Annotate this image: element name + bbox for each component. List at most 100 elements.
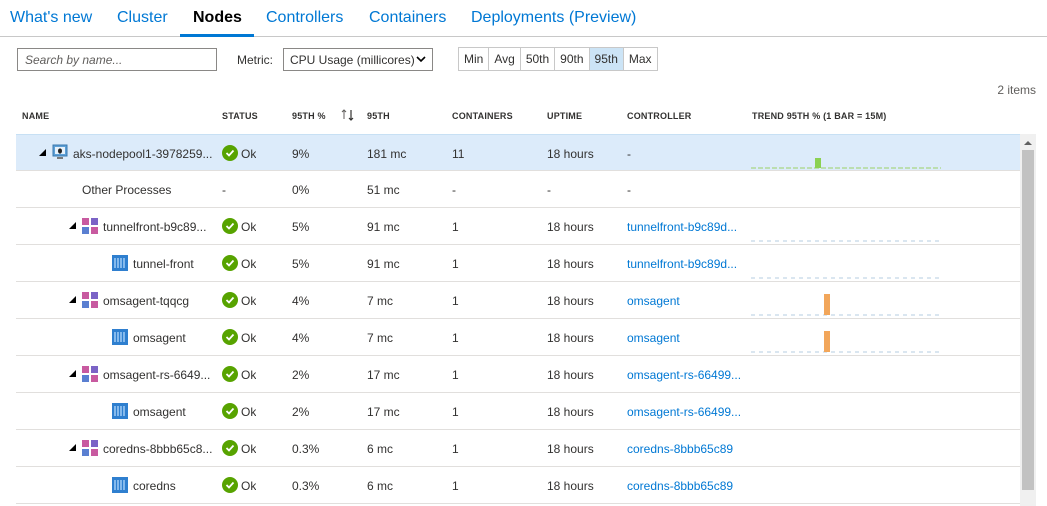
controller-link[interactable]: omsagent-rs-66499... [627,405,745,419]
uptime: 18 hours [547,147,594,161]
row-name: tunnel-front [133,257,194,271]
table-row-node[interactable]: aks-nodepool1-3978259... Ok 9% 181 mc 11… [16,134,1020,171]
row-name: tunnelfront-b9c89... [103,220,207,234]
p95-value: 6 mc [367,479,394,493]
ok-status-icon [222,366,238,382]
scrollbar-thumb[interactable] [1022,150,1034,490]
containers-count: 1 [452,220,459,234]
containers-count: - [452,183,456,197]
scroll-up-arrow-icon[interactable] [1020,138,1036,148]
table-row-pod[interactable]: tunnelfront-b9c89... Ok 5% 91 mc 1 18 ho… [16,208,1020,245]
trend-sparkline [751,294,941,316]
collapse-triangle-icon[interactable] [68,295,77,304]
table-row-pod[interactable]: omsagent-tqqcg Ok 4% 7 mc 1 18 hours oms… [16,282,1020,319]
collapse-triangle-icon[interactable] [68,443,77,452]
percentile-max-button[interactable]: Max [623,48,657,70]
percentile-avg-button[interactable]: Avg [489,48,521,70]
ok-status-icon [222,329,238,345]
table-row-pod[interactable]: omsagent-rs-6649... Ok 2% 17 mc 1 18 hou… [16,356,1020,393]
percentile-95th-button[interactable]: 95th [589,48,624,70]
p95-value: 17 mc [367,405,400,419]
column-header-containers[interactable]: CONTAINERS [452,111,513,121]
controller-text: - [627,147,631,161]
trend-sparkline [751,240,941,242]
column-header-status[interactable]: STATUS [222,111,258,121]
collapse-triangle-icon[interactable] [38,148,47,157]
row-name: coredns [133,479,176,493]
uptime: 18 hours [547,479,594,493]
column-header-trend[interactable]: TREND 95TH % (1 BAR = 15M) [752,111,886,121]
controller-link[interactable]: omsagent-rs-66499... [627,368,745,382]
row-name: coredns-8bbb65c8... [103,442,213,456]
controller-link[interactable]: omsagent [627,331,745,345]
tab-deployments[interactable]: Deployments (Preview) [471,9,636,27]
p95-percent: 2% [292,405,310,419]
status-text: Ok [241,147,257,161]
table-row-pod[interactable]: coredns-8bbb65c8... Ok 0.3% 6 mc 1 18 ho… [16,430,1020,467]
status-text: Ok [241,294,257,308]
ok-status-icon [222,477,238,493]
ok-status-icon [222,255,238,271]
table-row-container[interactable]: coredns Ok 0.3% 6 mc 1 18 hours coredns-… [16,467,1020,504]
table-row-container[interactable]: omsagent Ok 2% 17 mc 1 18 hours omsagent… [16,393,1020,430]
column-header-controller[interactable]: CONTROLLER [627,111,692,121]
containers-count: 1 [452,405,459,419]
tab-whats-new[interactable]: What's new [10,9,92,27]
percentile-min-button[interactable]: Min [459,48,490,70]
collapse-triangle-icon[interactable] [68,221,77,230]
uptime: 18 hours [547,368,594,382]
controller-link[interactable]: tunnelfront-b9c89d... [627,257,745,271]
table-row-other-processes[interactable]: Other Processes - 0% 51 mc - - - [16,171,1020,208]
ok-status-icon [222,292,238,308]
column-header-95th-percent[interactable]: 95TH % [292,111,326,121]
container-icon [112,477,128,493]
p95-value: 7 mc [367,331,394,345]
vertical-scrollbar[interactable] [1020,134,1036,506]
row-name: omsagent [133,331,186,345]
p95-percent: 5% [292,220,310,234]
metric-dropdown[interactable]: CPU Usage (millicores) [283,48,433,71]
uptime: 18 hours [547,220,594,234]
uptime: 18 hours [547,442,594,456]
controller-link[interactable]: coredns-8bbb65c89 [627,479,745,493]
status-text: Ok [241,405,257,419]
tab-cluster[interactable]: Cluster [117,9,168,27]
active-tab-indicator [180,34,254,37]
containers-count: 1 [452,257,459,271]
p95-value: 6 mc [367,442,394,456]
tab-controllers[interactable]: Controllers [266,9,343,27]
collapse-triangle-icon[interactable] [68,369,77,378]
search-input[interactable] [17,48,217,71]
percentile-90th-button[interactable]: 90th [555,48,590,70]
uptime: 18 hours [547,405,594,419]
table-row-container[interactable]: tunnel-front Ok 5% 91 mc 1 18 hours tunn… [16,245,1020,282]
row-name: omsagent-tqqcg [103,294,190,308]
controller-link[interactable]: omsagent [627,294,745,308]
ok-status-icon [222,440,238,456]
controller-text: - [627,183,631,197]
controller-link[interactable]: coredns-8bbb65c89 [627,442,745,456]
node-name: aks-nodepool1-3978259... [73,147,213,161]
metric-selected-value: CPU Usage (millicores) [290,53,415,67]
uptime: 18 hours [547,294,594,308]
percentile-50th-button[interactable]: 50th [520,48,556,70]
controller-link[interactable]: tunnelfront-b9c89d... [627,220,745,234]
container-icon [112,255,128,271]
row-name: omsagent-rs-6649... [103,368,211,382]
column-header-95th[interactable]: 95TH [367,111,390,121]
table-row-container[interactable]: omsagent Ok 4% 7 mc 1 18 hours omsagent [16,319,1020,356]
pod-icon [82,440,98,456]
tab-nodes[interactable]: Nodes [193,9,242,27]
trend-sparkline [751,277,941,279]
tab-containers[interactable]: Containers [369,9,446,27]
containers-count: 11 [452,147,465,161]
p95-percent: 0.3% [292,442,320,456]
tab-bar: What's new Cluster Nodes Controllers Con… [0,0,1047,37]
column-header-name[interactable]: NAME [22,111,49,121]
containers-count: 1 [452,294,459,308]
ok-status-icon [222,218,238,234]
p95-value: 7 mc [367,294,394,308]
column-header-uptime[interactable]: UPTIME [547,111,582,121]
sort-descending-icon[interactable] [340,108,356,122]
p95-value: 51 mc [367,183,400,197]
